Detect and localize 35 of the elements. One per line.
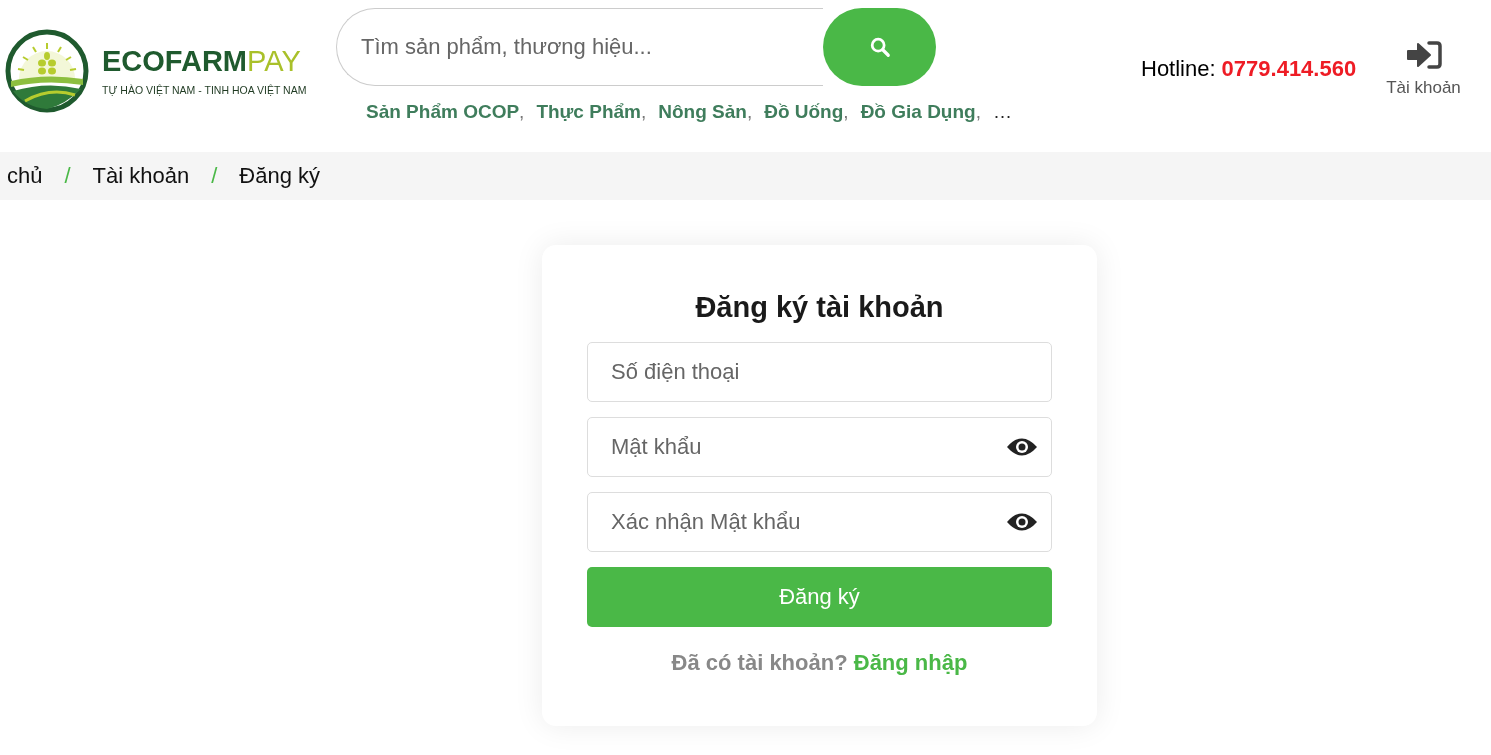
- category-link[interactable]: Nông Sản: [658, 101, 747, 122]
- hotline-number: 0779.414.560: [1221, 56, 1357, 82]
- eye-icon[interactable]: [1006, 436, 1038, 458]
- brand-name: ECOFARM: [102, 44, 247, 77]
- form-title: Đăng ký tài khoản: [694, 291, 945, 324]
- brand-suffix: PAY: [247, 44, 301, 77]
- separator: ,: [975, 101, 981, 122]
- separator: ,: [640, 101, 647, 122]
- category-link[interactable]: Đồ Gia Dụng: [860, 101, 976, 122]
- breadcrumb-link[interactable]: Tài khoản: [92, 163, 190, 189]
- login-prompt: Đã có tài khoản?: [671, 650, 848, 675]
- category-link[interactable]: Thực Phẩm: [536, 101, 641, 122]
- breadcrumb-separator: /: [211, 163, 218, 189]
- separator: ,: [746, 101, 753, 122]
- login-link[interactable]: Đăng nhập: [853, 650, 968, 675]
- register-button[interactable]: Đăng ký: [587, 567, 1052, 627]
- hotline-label: Hotline:: [1141, 56, 1216, 82]
- sign-in-icon: [1405, 40, 1442, 70]
- account-link[interactable]: Tài khoản: [1386, 40, 1461, 98]
- brand-tagline: TỰ HÀO VIỆT NAM - TINH HOA VIỆT NAM: [102, 83, 307, 96]
- separator: ,: [519, 101, 525, 122]
- more-categories: …: [992, 101, 1012, 123]
- separator: ,: [843, 101, 849, 122]
- logo-icon: [5, 29, 89, 113]
- search-icon: [868, 36, 891, 58]
- password-field[interactable]: Xác nhận Mật khẩu: [587, 492, 1052, 552]
- search-field[interactable]: Tìm sản phẩm, thương hiệu...: [336, 8, 823, 86]
- breadcrumb-link[interactable]: Đăng ký: [239, 163, 321, 189]
- category-link[interactable]: Đồ Uống: [764, 101, 844, 122]
- category-link[interactable]: Sản Phẩm OCOP: [366, 101, 520, 122]
- breadcrumb-separator: /: [64, 163, 71, 189]
- eye-icon[interactable]: [1006, 511, 1038, 533]
- phone-field[interactable]: Số điện thoại: [587, 342, 1052, 402]
- password-field[interactable]: Mật khẩu: [587, 417, 1052, 477]
- breadcrumb-link[interactable]: chủ: [7, 163, 43, 189]
